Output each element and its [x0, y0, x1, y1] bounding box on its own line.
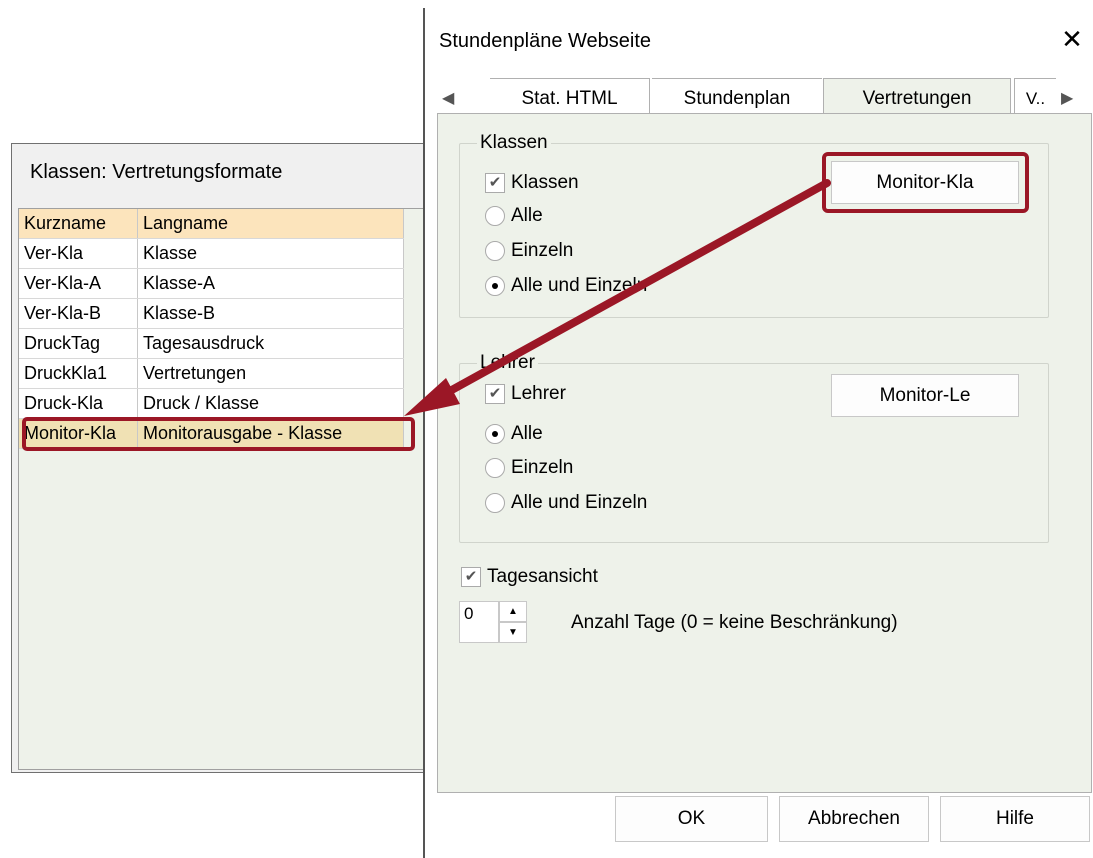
klassen-radio-alle[interactable]: Alle	[485, 205, 543, 227]
lehrer-checkbox-label: Lehrer	[511, 383, 566, 404]
klassen-radio-alle-und-einzeln[interactable]: Alle und Einzeln	[485, 275, 647, 297]
tagesansicht-label: Tagesansicht	[487, 566, 598, 587]
lehrer-checkbox[interactable]: ✔ Lehrer	[485, 383, 566, 405]
cell-kurzname[interactable]: Ver-Kla	[19, 238, 138, 269]
klassen-group-label: Klassen	[477, 132, 551, 154]
tab-stundenplan[interactable]: Stundenplan	[652, 78, 822, 114]
checkbox-checked-icon[interactable]: ✔	[461, 567, 481, 587]
radio-selected-icon[interactable]	[485, 424, 505, 444]
stundenplaene-webseite-dialog: Stundenpläne Webseite ✕ ◀ Stat. HTML Stu…	[423, 8, 1093, 858]
radio-selected-icon[interactable]	[485, 276, 505, 296]
table-row[interactable]: DruckTag Tagesausdruck	[19, 328, 404, 359]
tab-scroll-right-icon[interactable]: ▶	[1061, 88, 1073, 108]
radio-label: Alle und Einzeln	[511, 492, 648, 513]
table-row[interactable]: DruckKla1 Vertretungen	[19, 358, 404, 389]
table-row-selected[interactable]: Monitor-Kla Monitorausgabe - Klasse	[19, 418, 404, 449]
ok-button[interactable]: OK	[615, 796, 768, 842]
tab-vertretungen[interactable]: Vertretungen	[823, 78, 1011, 116]
anzahl-tage-label: Anzahl Tage (0 = keine Beschränkung)	[571, 612, 898, 633]
format-table: Kurzname Langname Ver-Kla Klasse Ver-Kla…	[18, 208, 448, 770]
cell-langname[interactable]: Druck / Klasse	[137, 388, 404, 419]
cell-langname[interactable]: Monitorausgabe - Klasse	[137, 418, 404, 449]
help-button[interactable]: Hilfe	[940, 796, 1090, 842]
radio-label: Alle	[511, 205, 543, 226]
table-row[interactable]: Druck-Kla Druck / Klasse	[19, 388, 404, 419]
monitor-le-button[interactable]: Monitor-Le	[831, 374, 1019, 417]
spinner-up-icon[interactable]: ▲	[499, 601, 527, 622]
cell-langname[interactable]: Tagesausdruck	[137, 328, 404, 359]
cell-kurzname[interactable]: Druck-Kla	[19, 388, 138, 419]
window-title: Klassen: Vertretungsformate	[30, 161, 283, 183]
lehrer-radio-alle-und-einzeln[interactable]: Alle und Einzeln	[485, 492, 647, 514]
klassen-checkbox[interactable]: ✔ Klassen	[485, 172, 579, 194]
anzahl-tage-input[interactable]: 0	[459, 601, 499, 643]
radio-icon[interactable]	[485, 241, 505, 261]
table-row[interactable]: Ver-Kla Klasse	[19, 238, 404, 269]
lehrer-group-label: Lehrer	[477, 352, 538, 374]
column-header-kurzname[interactable]: Kurzname	[19, 209, 138, 239]
radio-icon[interactable]	[485, 493, 505, 513]
cell-kurzname[interactable]: Monitor-Kla	[19, 418, 138, 449]
cell-langname[interactable]: Klasse	[137, 238, 404, 269]
table-row[interactable]: Ver-Kla-A Klasse-A	[19, 268, 404, 299]
radio-label: Einzeln	[511, 457, 574, 478]
klassen-radio-einzeln[interactable]: Einzeln	[485, 240, 573, 262]
cell-kurzname[interactable]: Ver-Kla-A	[19, 268, 138, 299]
klassen-vertretungsformate-window: Klassen: Vertretungsformate Kurzname Lan…	[11, 143, 451, 773]
table-row[interactable]: Ver-Kla-B Klasse-B	[19, 298, 404, 329]
radio-icon[interactable]	[485, 458, 505, 478]
close-icon[interactable]: ✕	[1055, 22, 1089, 56]
lehrer-radio-alle[interactable]: Alle	[485, 423, 543, 445]
cell-kurzname[interactable]: Ver-Kla-B	[19, 298, 138, 329]
tab-scroll-left-icon[interactable]: ◀	[442, 88, 454, 108]
dialog-title: Stundenpläne Webseite	[439, 30, 652, 52]
cell-kurzname[interactable]: DruckTag	[19, 328, 138, 359]
radio-label: Alle	[511, 423, 543, 444]
cell-langname[interactable]: Klasse-A	[137, 268, 404, 299]
monitor-kla-button[interactable]: Monitor-Kla	[831, 161, 1019, 204]
klassen-checkbox-label: Klassen	[511, 172, 579, 193]
spinner-down-icon[interactable]: ▼	[499, 622, 527, 643]
checkbox-checked-icon[interactable]: ✔	[485, 173, 505, 193]
cell-langname[interactable]: Klasse-B	[137, 298, 404, 329]
lehrer-radio-einzeln[interactable]: Einzeln	[485, 457, 573, 479]
column-header-langname[interactable]: Langname	[137, 209, 404, 239]
cancel-button[interactable]: Abbrechen	[779, 796, 929, 842]
radio-icon[interactable]	[485, 206, 505, 226]
radio-label: Einzeln	[511, 240, 574, 261]
cell-langname[interactable]: Vertretungen	[137, 358, 404, 389]
tagesansicht-checkbox[interactable]: ✔ Tagesansicht	[461, 566, 598, 588]
table-header-row: Kurzname Langname	[19, 209, 404, 239]
cell-kurzname[interactable]: DruckKla1	[19, 358, 138, 389]
tab-v[interactable]: V..	[1014, 78, 1056, 114]
tab-stat-html[interactable]: Stat. HTML	[490, 78, 650, 114]
checkbox-checked-icon[interactable]: ✔	[485, 384, 505, 404]
radio-label: Alle und Einzeln	[511, 275, 648, 296]
